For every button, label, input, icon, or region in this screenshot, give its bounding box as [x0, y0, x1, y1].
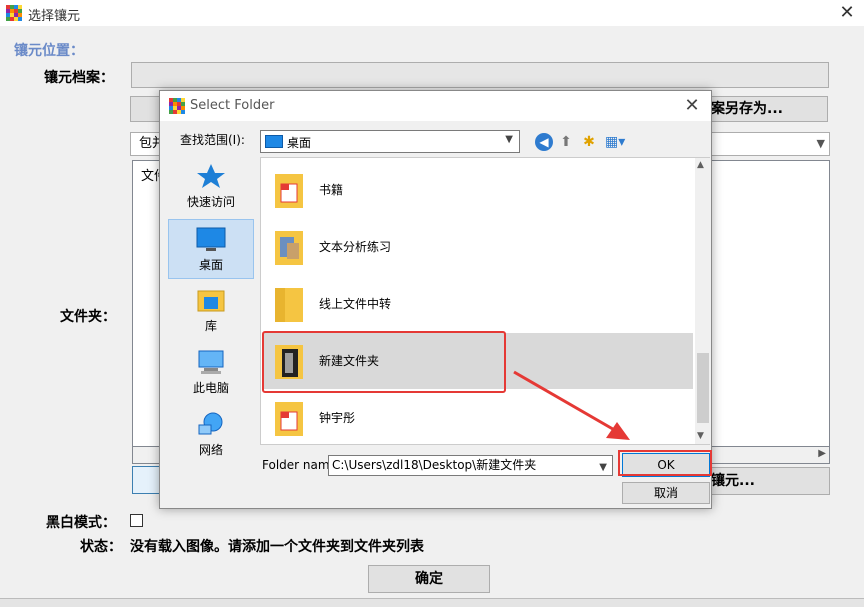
place-computer[interactable]: 此电脑: [168, 343, 254, 403]
bw-mode-checkbox[interactable]: [130, 514, 143, 527]
add-image-button[interactable]: 镶元...: [700, 467, 830, 495]
archive-label: 镶元档案：: [44, 70, 114, 86]
confirm-button[interactable]: 确定: [368, 565, 490, 593]
up-folder-icon[interactable]: ⬆: [557, 133, 575, 151]
list-item[interactable]: 线上文件中转: [263, 276, 693, 332]
item-name: 书籍: [319, 183, 344, 197]
place-desktop[interactable]: 桌面: [168, 219, 254, 279]
desktop-icon: [265, 135, 283, 148]
folder-icon: [275, 174, 303, 208]
bottom-strip: [0, 598, 864, 607]
select-folder-dialog: Select Folder ✕ 查找范围(I): 桌面 ▼ ◀ ⬆ ✱ ▦▾ 快…: [159, 90, 712, 509]
place-label: 网络: [198, 443, 223, 457]
item-name: 文本分析练习: [319, 240, 392, 254]
star-icon: [197, 164, 225, 188]
place-label: 快速访问: [186, 195, 235, 209]
item-name: 线上文件中转: [319, 297, 392, 311]
new-folder-icon[interactable]: ✱: [580, 133, 598, 151]
lookin-label: 查找范围(I):: [180, 133, 245, 147]
chevron-down-icon: ▼: [816, 137, 825, 150]
chevron-down-icon: ▼: [505, 134, 513, 145]
highlight-box-selected-folder: [262, 331, 506, 393]
scrollbar-thumb[interactable]: [697, 353, 709, 423]
lookin-value: 桌面: [287, 136, 312, 150]
scroll-down-icon[interactable]: ▼: [697, 431, 704, 441]
folder-icon: [275, 288, 303, 322]
library-icon: [197, 290, 225, 312]
back-icon[interactable]: ◀: [535, 133, 553, 151]
list-item[interactable]: 文本分析练习: [263, 219, 693, 275]
place-quick-access[interactable]: 快速访问: [168, 157, 254, 217]
chevron-down-icon[interactable]: ▼: [599, 458, 607, 477]
cancel-button[interactable]: 取消: [622, 482, 710, 504]
folder-label: 文件夹：: [60, 309, 116, 325]
list-item[interactable]: 书籍: [263, 162, 693, 218]
places-bar: 快速访问 桌面 库 此电脑 网络: [166, 157, 256, 477]
folder-name-field[interactable]: C:\Users\zdl18\Desktop\新建文件夹 ▼: [328, 455, 613, 476]
status-label: 状态：: [80, 539, 122, 555]
add-folder-button[interactable]: [132, 466, 162, 494]
network-icon: [198, 412, 223, 435]
status-text: 没有载入图像。请添加一个文件夹到文件夹列表: [130, 539, 424, 555]
place-library[interactable]: 库: [168, 281, 254, 341]
folder-icon: [275, 231, 303, 265]
dialog-titlebar: Select Folder ✕: [160, 91, 711, 121]
item-name: 钟宇彤: [319, 411, 356, 425]
scroll-right-icon[interactable]: ▶: [818, 448, 826, 459]
highlight-box-ok: [618, 450, 712, 476]
folder-list-view[interactable]: 书籍 文本分析练习 线上文件中转 新建文件夹 钟宇彤 ▲ ▼: [260, 157, 711, 446]
computer-icon: [198, 350, 224, 374]
place-label: 库: [204, 319, 217, 333]
dialog-title: Select Folder: [190, 98, 275, 113]
app-icon: [169, 98, 185, 114]
main-titlebar: 选择镶元 ✕: [0, 0, 864, 26]
desktop-icon: [196, 227, 226, 251]
scroll-up-icon[interactable]: ▲: [697, 160, 704, 170]
window-title: 选择镶元: [28, 9, 81, 24]
close-icon[interactable]: ✕: [833, 2, 861, 24]
list-item[interactable]: 钟宇彤: [263, 390, 693, 446]
close-icon[interactable]: ✕: [680, 94, 704, 118]
view-menu-icon[interactable]: ▦▾: [605, 133, 625, 151]
place-label: 桌面: [198, 258, 223, 272]
place-network[interactable]: 网络: [168, 405, 254, 465]
lookin-combo[interactable]: 桌面 ▼: [260, 130, 520, 153]
folder-name-value: C:\Users\zdl18\Desktop\新建文件夹: [332, 458, 537, 472]
section-label: 镶元位置：: [14, 43, 84, 59]
folder-icon: [275, 402, 303, 436]
vertical-scrollbar[interactable]: ▲ ▼: [695, 158, 711, 444]
archive-field[interactable]: [131, 62, 829, 88]
place-label: 此电脑: [192, 381, 229, 395]
bw-mode-label: 黑白模式：: [46, 515, 116, 531]
app-icon: [6, 5, 22, 21]
